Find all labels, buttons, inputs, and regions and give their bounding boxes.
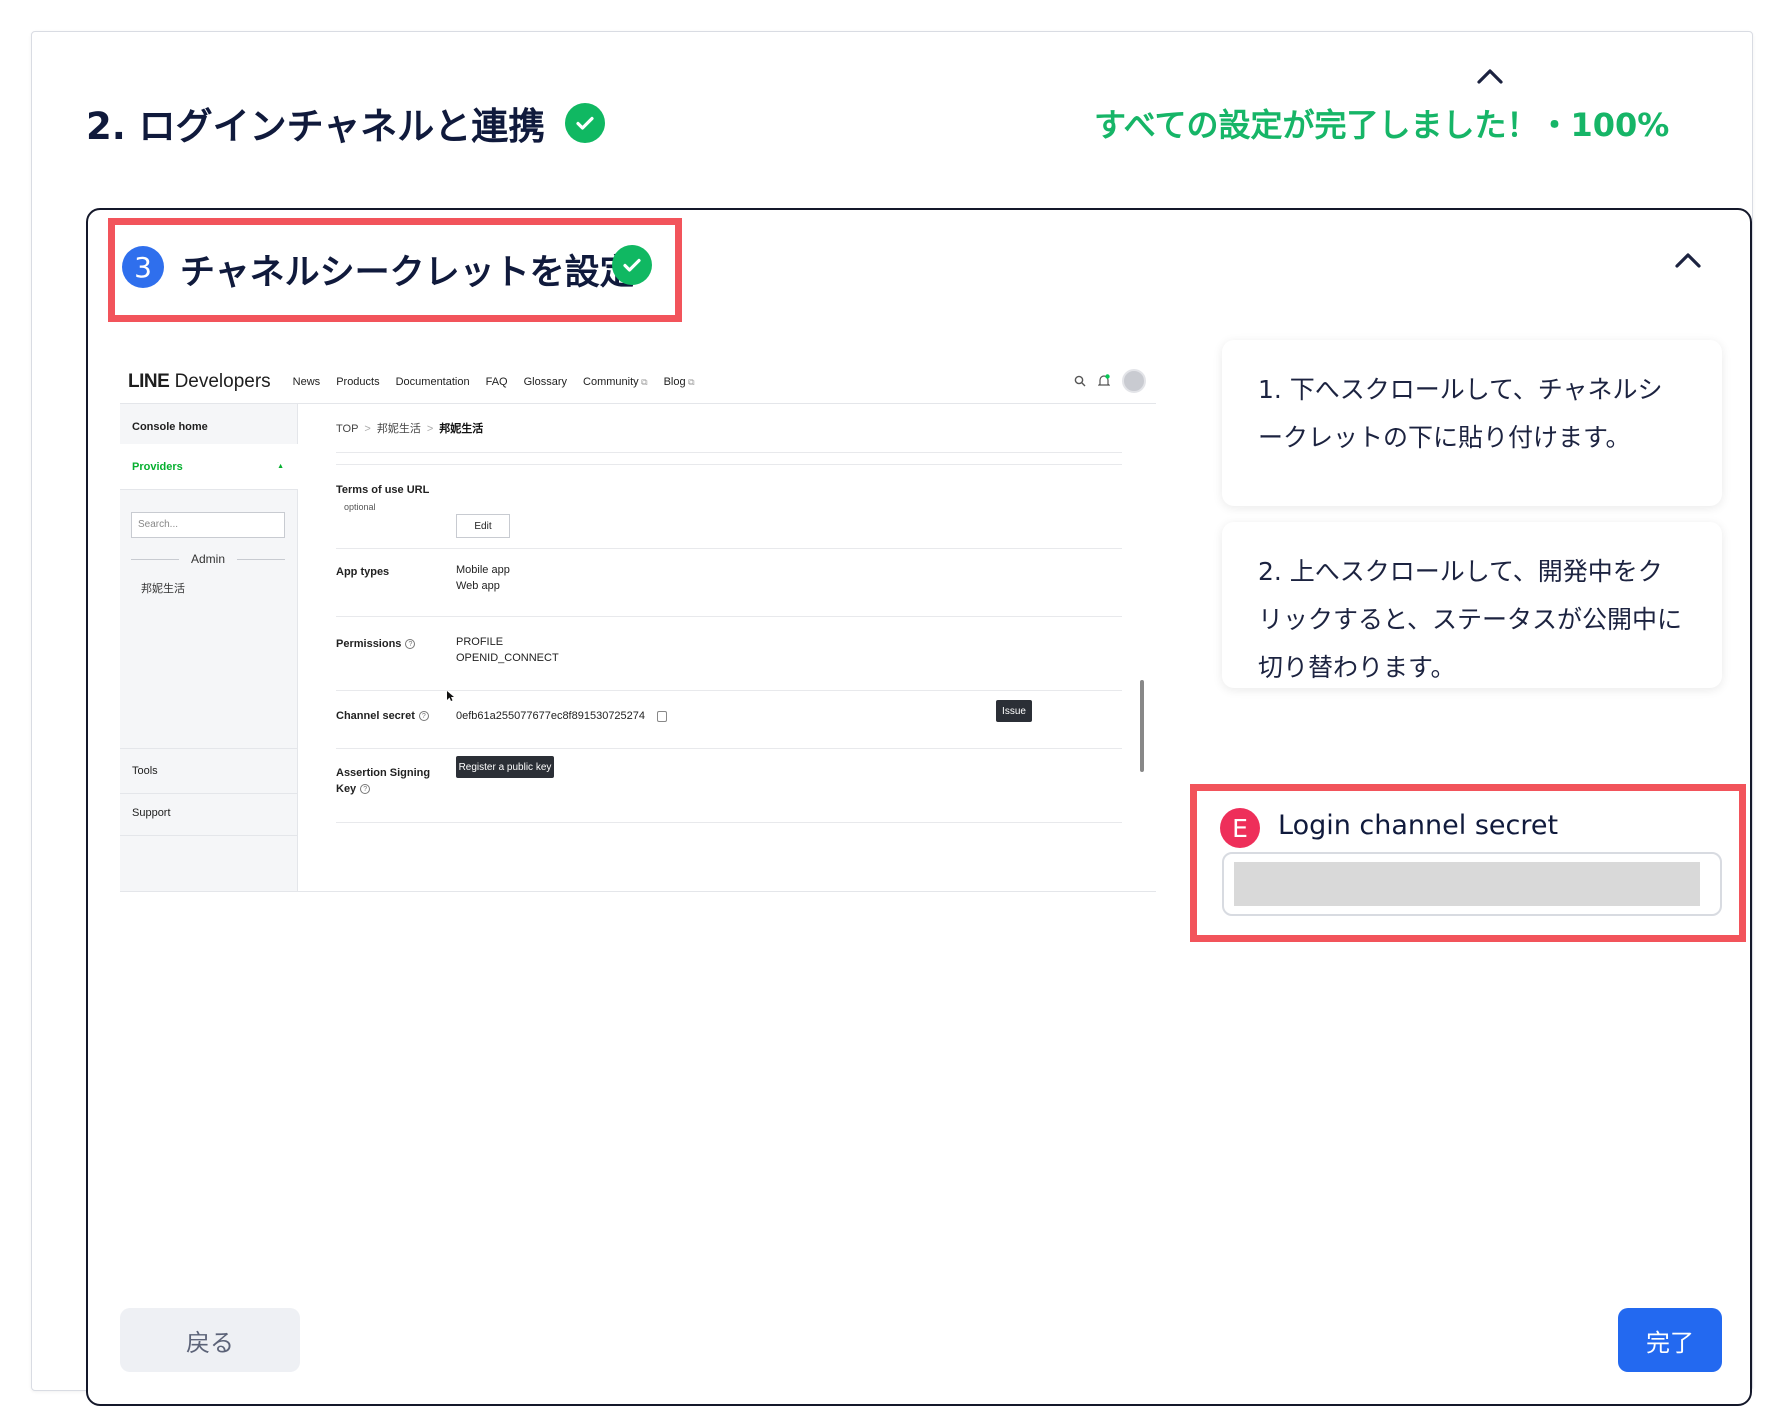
- field-badge: E: [1220, 808, 1260, 848]
- instruction-card-2: 2. 上へスクロールして、開発中をクリックすると、ステータスが公開中に切り替わり…: [1222, 522, 1722, 688]
- app-type-mobile: Mobile app: [456, 564, 510, 576]
- assertion-label-2-text: Key: [336, 783, 357, 795]
- step-title: チャネルシークレットを設定: [180, 253, 635, 293]
- breadcrumb-provider: 邦妮生活: [376, 423, 421, 435]
- redacted-value: [1234, 862, 1700, 906]
- channel-secret-value: 0efb61a255077677ec8f891530725274: [456, 710, 668, 722]
- instruction-2-text: 2. 上へスクロールして、開発中をクリックすると、ステータスが公開中に切り替わり…: [1258, 557, 1683, 682]
- sidebar-admin-divider: Admin: [131, 552, 286, 566]
- permission-openid: OPENID_CONNECT: [456, 652, 559, 664]
- brand-strong: LINE: [128, 370, 170, 392]
- setup-panel: 2. ログインチャネルと連携 すべての設定が完了しました！・100% 3 チャネ…: [31, 31, 1753, 1406]
- step-number-badge: 3: [122, 246, 164, 288]
- permission-profile: PROFILE: [456, 636, 504, 648]
- shot-nav: News Products Documentation FAQ Glossary…: [293, 376, 695, 388]
- brand-rest: Developers: [174, 370, 271, 392]
- sidebar-providers: Providers ▲: [120, 444, 298, 490]
- copy-icon: [657, 710, 668, 722]
- terms-label: Terms of use URL: [336, 484, 430, 496]
- shot-topbar: LINE Developers News Products Documentat…: [120, 360, 1156, 404]
- shot-sidebar: Console home Providers ▲ Search... Admin…: [120, 404, 298, 891]
- assertion-label-1: Assertion Signing: [336, 767, 431, 779]
- sidebar-search-input: Search...: [131, 512, 285, 538]
- sidebar-providers-label: Providers: [132, 460, 183, 473]
- edit-button: Edit: [456, 514, 510, 538]
- permissions-label-text: Permissions: [336, 638, 402, 650]
- nav-glossary: Glossary: [523, 375, 568, 388]
- sidebar-org: 邦妮生活: [141, 583, 185, 595]
- nav-blog: Blog ⧉: [664, 376, 695, 388]
- scrollbar: [1140, 680, 1144, 772]
- chevron-up-icon[interactable]: [1476, 66, 1504, 86]
- cursor-icon: [447, 691, 454, 701]
- instruction-1-text: 1. 下へスクロールして、チャネルシークレットの下に貼り付けます。: [1258, 375, 1663, 452]
- check-circle-icon: [565, 103, 606, 143]
- register-key-button: Register a public key: [456, 756, 554, 778]
- shot-icons: [1074, 369, 1146, 393]
- chevron-up-icon[interactable]: [1674, 250, 1702, 270]
- breadcrumb-channel: 邦妮生活: [439, 423, 484, 435]
- instruction-card-1: 1. 下へスクロールして、チャネルシークレットの下に貼り付けます。: [1222, 340, 1722, 506]
- nav-news: News: [292, 375, 321, 388]
- external-link-icon: ⧉: [685, 376, 695, 387]
- search-icon: [1074, 375, 1086, 387]
- section-title: 2. ログインチャネルと連携: [86, 105, 546, 148]
- breadcrumb-top: TOP: [336, 423, 359, 435]
- assertion-label-2: Key?: [336, 783, 371, 795]
- sidebar-support: Support: [120, 790, 298, 836]
- nav-faq: FAQ: [485, 375, 508, 388]
- avatar: [1122, 369, 1146, 393]
- help-icon: ?: [360, 784, 371, 795]
- nav-blog-label: Blog: [663, 375, 686, 388]
- nav-documentation: Documentation: [395, 375, 470, 388]
- sidebar-admin-label: Admin: [191, 552, 226, 566]
- breadcrumb: TOP > 邦妮生活 > 邦妮生活: [336, 423, 484, 435]
- field-label: Login channel secret: [1278, 810, 1559, 841]
- line-developers-screenshot: LINE Developers News Products Documentat…: [120, 360, 1156, 892]
- channel-secret-text: 0efb61a255077677ec8f891530725274: [456, 710, 646, 722]
- permissions-label: Permissions?: [336, 638, 416, 650]
- help-icon: ?: [418, 711, 429, 722]
- app-types-label: App types: [336, 566, 390, 578]
- caret-up-icon: ▲: [277, 463, 284, 470]
- nav-community-label: Community: [583, 375, 639, 388]
- completion-status: すべての設定が完了しました！・100%: [1094, 106, 1670, 144]
- back-button[interactable]: 戻る: [120, 1308, 300, 1372]
- help-icon: ?: [405, 639, 416, 650]
- nav-products: Products: [336, 375, 380, 388]
- brand-logo: LINE Developers: [128, 371, 271, 393]
- section-header[interactable]: 2. ログインチャネルと連携: [86, 96, 606, 150]
- external-link-icon: ⧉: [638, 376, 648, 387]
- sidebar-tools: Tools: [120, 748, 298, 794]
- step-card: 3 チャネルシークレットを設定 LINE Developers News Pro…: [86, 208, 1752, 1406]
- nav-community: Community ⧉: [583, 376, 648, 388]
- bell-icon: [1098, 374, 1110, 386]
- channel-secret-label: Channel secret?: [336, 710, 429, 722]
- check-circle-icon: [612, 245, 652, 285]
- terms-optional: optional: [344, 502, 376, 512]
- channel-secret-input[interactable]: [1222, 852, 1722, 916]
- done-button[interactable]: 完了: [1618, 1308, 1722, 1372]
- channel-secret-label-text: Channel secret: [336, 710, 415, 722]
- app-type-web: Web app: [456, 580, 500, 592]
- issue-button: Issue: [996, 700, 1032, 722]
